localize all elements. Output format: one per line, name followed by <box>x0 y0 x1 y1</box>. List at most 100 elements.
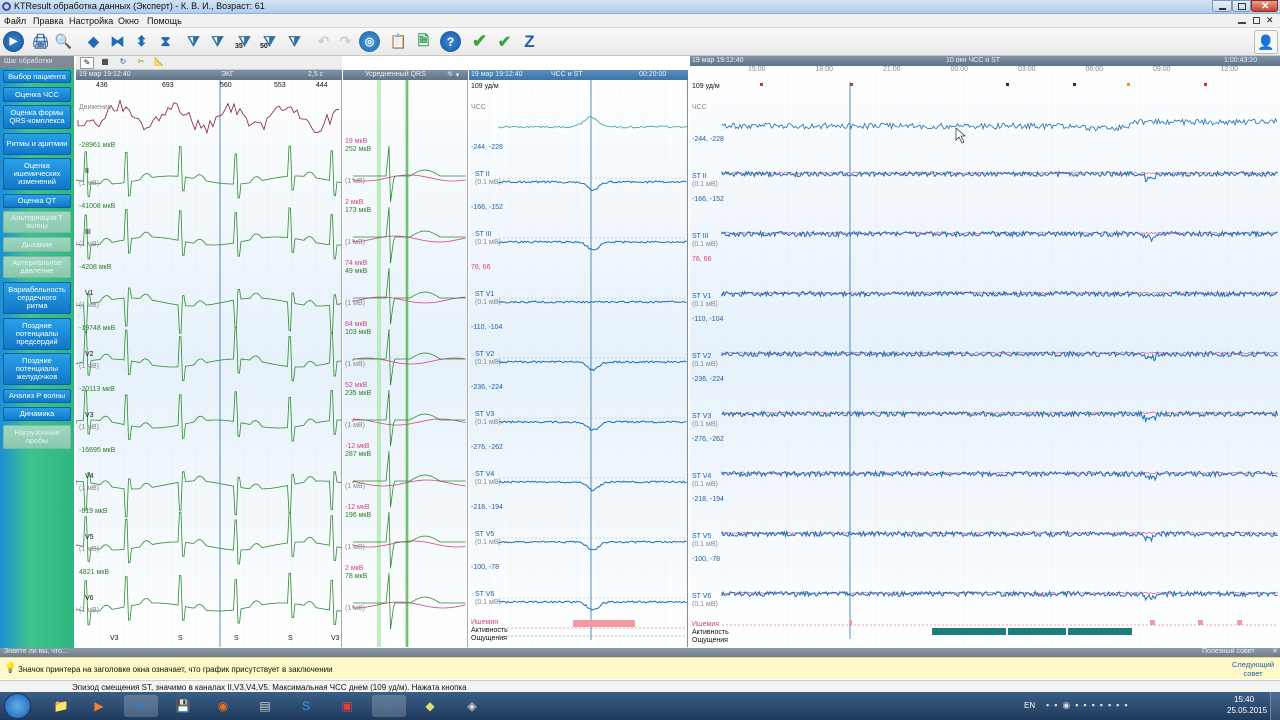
grid-tool-icon[interactable]: ▦ <box>98 57 112 69</box>
rotate-tool-icon[interactable]: ↻ <box>116 57 130 69</box>
pointer-tool-icon[interactable]: ✎ <box>80 57 94 69</box>
sidebar-item-qt[interactable]: Оценка QT <box>3 194 71 208</box>
menu-window[interactable]: Окно <box>118 16 139 26</box>
hr-top-label: 109 уд/м <box>471 83 499 90</box>
firefox-icon[interactable]: ◉ <box>206 695 240 717</box>
ecg-lead-trace <box>76 572 342 626</box>
double-check-icon[interactable]: ✔ <box>494 31 515 52</box>
lead-scale-label: (1 мВ) <box>79 424 99 431</box>
st-trace <box>721 289 1278 299</box>
menu-file[interactable]: Файл <box>4 16 26 26</box>
add-page-icon[interactable]: 🗎 <box>413 31 434 52</box>
ecg-lead-trace <box>76 207 342 260</box>
lightbulb-icon: 💡 <box>4 663 17 674</box>
lead-value-label: 4821 мкВ <box>79 569 110 576</box>
minimize-button[interactable] <box>1212 0 1232 12</box>
filter-icon[interactable]: ⧩ <box>284 31 305 52</box>
st-trace <box>498 600 687 611</box>
ecg-traces[interactable] <box>76 80 342 647</box>
skype-icon[interactable]: S <box>289 695 323 717</box>
st-range-label: -100, -78 <box>692 556 721 563</box>
lead-name-label: V2 <box>85 351 94 358</box>
sidebar-item-t-wave[interactable]: Альтернация Т волны <box>3 211 71 233</box>
menu-edit[interactable]: Правка <box>33 16 63 26</box>
filter-icon[interactable]: ⧩ <box>183 31 204 52</box>
redo-icon[interactable]: ↷ <box>335 31 356 52</box>
show-desktop-button[interactable] <box>1270 692 1280 720</box>
maximize-button[interactable] <box>1232 0 1251 12</box>
mdi-minimize-button[interactable] <box>1238 22 1246 24</box>
sidebar-item-rhythms[interactable]: Ритмы и аритмии <box>3 133 71 155</box>
vertical-shrink-icon[interactable]: ⧗ <box>155 31 176 52</box>
ktresult-icon[interactable]: ♡ <box>372 695 406 717</box>
z-button[interactable]: Z <box>519 31 540 52</box>
qrs-pink-value: 64 мкВ <box>345 321 368 328</box>
help-icon[interactable]: ? <box>440 31 461 52</box>
doctor-avatar-icon[interactable]: 👤 <box>1254 30 1278 54</box>
horizontal-shrink-icon[interactable]: ⧓ <box>107 31 128 52</box>
next-tip-link[interactable]: Следующий совет <box>1230 660 1276 678</box>
sidebar-item-hrv[interactable]: Вариабельность сердечного ритма <box>3 282 71 314</box>
ruler-tool-icon[interactable]: 📐 <box>152 57 166 69</box>
qrs-average-trace <box>353 206 466 264</box>
status-bar: Эпизод смещения ST, значимо в каналах II… <box>0 680 1280 692</box>
st-scale-label: (0.1 мВ) <box>475 539 501 546</box>
globe-icon[interactable]: ◎ <box>359 31 380 52</box>
steps-sidebar: Шаг обработки Выбор пациента Оценка ЧСС … <box>0 56 74 648</box>
qrs-scale-label: (1 мВ) <box>345 239 365 246</box>
sidebar-item-ventricular-lp[interactable]: Поздние потенциалы желудочков <box>3 353 71 385</box>
hr-st-overview-traces[interactable] <box>690 74 1280 647</box>
sidebar-item-hr[interactable]: Оценка ЧСС <box>3 87 71 102</box>
pdf-icon[interactable]: ▣ <box>330 695 364 717</box>
st-lead-label: ST V4 <box>692 473 712 480</box>
filter-50-icon[interactable]: ⧩ 50 <box>259 31 280 52</box>
app-icon-2[interactable]: ◆ <box>413 695 447 717</box>
start-button[interactable] <box>4 693 31 719</box>
vertical-expand-icon[interactable]: ⬍ <box>131 31 152 52</box>
ischemia-episode-bar <box>1237 620 1242 625</box>
menu-settings[interactable]: Настройка <box>69 16 113 26</box>
sidebar-item-bp[interactable]: Артериальное давление <box>3 256 71 278</box>
event-marker <box>760 83 763 86</box>
st-range-label: -276, -262 <box>471 444 503 451</box>
outlook-icon[interactable]: ✉ <box>124 695 158 717</box>
rr-label: 444 <box>316 82 328 89</box>
st-range-label: -110, -104 <box>471 324 503 331</box>
close-button[interactable]: ✕ <box>1251 0 1278 12</box>
st-range-label: -236, -224 <box>471 384 503 391</box>
sidebar-item-ischemia[interactable]: Оценка ишемических изменений <box>3 158 71 190</box>
st-scale-label: (0.1 мВ) <box>475 299 501 306</box>
mdi-restore-button[interactable] <box>1253 17 1260 24</box>
menu-help[interactable]: Помощь <box>147 16 182 26</box>
printer-icon[interactable]: 🖨 <box>30 31 51 52</box>
hr-st-zoom-traces[interactable] <box>469 80 688 647</box>
sidebar-item-breathing[interactable]: Дыхание <box>3 237 71 252</box>
report-icon[interactable]: 📋 <box>388 31 409 52</box>
activity-episode-bar <box>1008 628 1066 635</box>
app-icon-3[interactable]: ◈ <box>455 695 489 717</box>
calculator-icon[interactable]: ▤ <box>248 695 282 717</box>
mdi-close-button[interactable]: ✕ <box>1266 15 1274 26</box>
checkmark-icon[interactable]: ✔ <box>469 31 490 52</box>
sidebar-item-stress-tests[interactable]: Нагрузочные пробы <box>3 425 71 449</box>
averaged-qrs-panel: Усредненный QRS 🔍▾ 19 мкВ 252 мкВ (1 мВ) 2 … <box>343 70 468 647</box>
undo-icon[interactable]: ↶ <box>313 31 334 52</box>
language-indicator[interactable]: EN <box>1024 701 1035 710</box>
sidebar-item-patient[interactable]: Выбор пациента <box>3 70 71 83</box>
sidebar-item-p-wave[interactable]: Анализ Р волны <box>3 389 71 403</box>
sidebar-item-dynamics[interactable]: Динамика <box>3 407 71 421</box>
tray-icons[interactable]: ▪▪◉▪▪▪▪▪▪▪ <box>1046 700 1133 711</box>
filter-icon[interactable]: ⧩ <box>207 31 228 52</box>
qrs-header: Усредненный QRS 🔍▾ <box>343 70 468 80</box>
filter-35-icon[interactable]: ⧩ 35 <box>234 31 255 52</box>
next-step-icon[interactable]: ▶ <box>3 31 24 52</box>
sidebar-item-qrs[interactable]: Оценка формы QRS-комплекса <box>3 105 71 129</box>
preview-icon[interactable]: 🔍 <box>53 31 74 52</box>
save-app-icon[interactable]: 💾 <box>166 695 200 717</box>
edit-tool-icon[interactable]: ✂ <box>134 57 148 69</box>
horizontal-expand-icon[interactable]: ◆ <box>83 31 104 52</box>
explorer-icon[interactable]: 📁 <box>44 695 78 717</box>
tips-close-icon[interactable]: ✕ <box>1272 647 1278 655</box>
media-player-icon[interactable]: ▶ <box>82 695 116 717</box>
sidebar-item-atrial-lp[interactable]: Поздние потенциалы предсердий <box>3 318 71 350</box>
